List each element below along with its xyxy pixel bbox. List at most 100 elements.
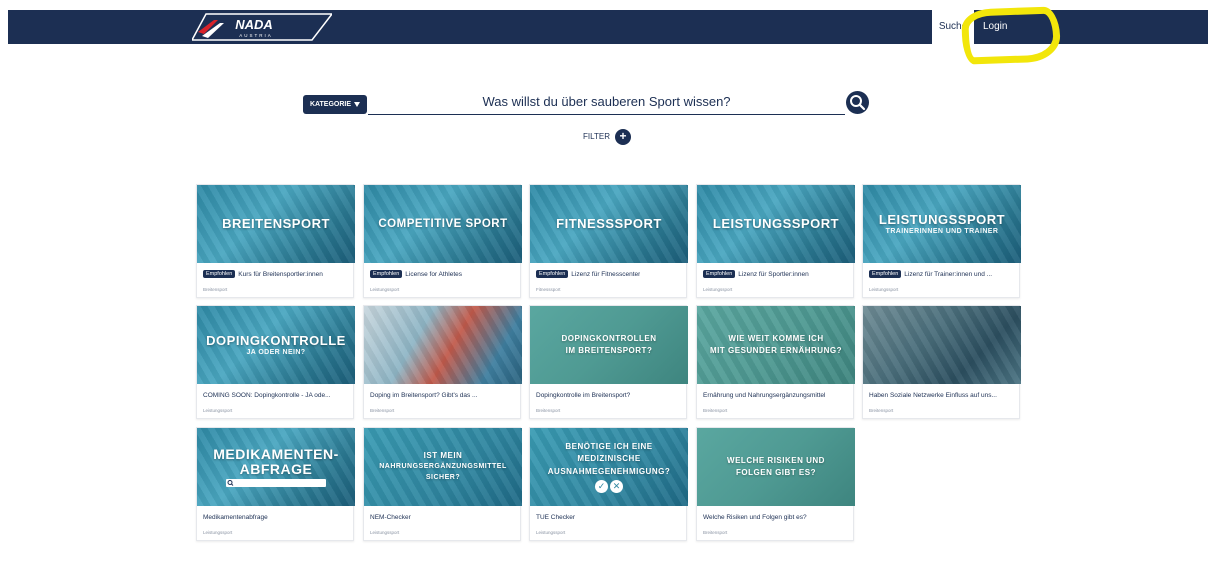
card-category: Leistungssport — [370, 530, 400, 535]
login-highlight-annotation — [961, 6, 1061, 65]
content-card[interactable]: LEISTUNGSSPORT TRAINERINNEN UND TRAINER E… — [862, 184, 1021, 298]
card-title: Dopingkontrolle im Breitensport? — [536, 391, 631, 399]
thumb-title: WIE WEIT KOMME ICH — [728, 333, 824, 343]
search-button[interactable] — [846, 91, 869, 114]
card-category: Breitensport — [869, 408, 894, 413]
card-title: Lizenz für Fitnesscenter — [571, 270, 641, 278]
thumb-title: LEISTUNGSSPORT — [712, 216, 840, 232]
card-category: Fitnesssport — [536, 287, 561, 292]
card-thumbnail: LEISTUNGSSPORT — [697, 185, 855, 263]
content-card[interactable]: Doping im Breitensport? Gibt's das ... B… — [363, 305, 522, 419]
content-card[interactable]: DOPINGKONTROLLEN IM BREITENSPORT? Dopingk… — [529, 305, 688, 419]
card-category: Leistungssport — [203, 530, 233, 535]
card-thumbnail: LEISTUNGSSPORT TRAINERINNEN UND TRAINER — [863, 185, 1021, 263]
magnifier-icon — [227, 480, 234, 487]
thumb-subtitle: NAHRUNGSERGÄNZUNGSMITTEL SICHER? — [379, 463, 507, 482]
card-thumbnail: BENÖTIGE ICH EINE MEDIZINISCHE AUSNAHMEG… — [530, 428, 688, 506]
search-underline — [368, 114, 845, 115]
card-category: Breitensport — [203, 287, 228, 292]
content-card[interactable]: WELCHE RISIKEN UND FOLGEN GIBT ES? Welche… — [696, 427, 855, 541]
card-category: Leistungssport — [370, 287, 400, 292]
thumb-subtitle: TRAINERINNEN UND TRAINER — [885, 228, 999, 236]
card-title: Doping im Breitensport? Gibt's das ... — [370, 391, 478, 399]
content-card[interactable]: DOPINGKONTROLLE JA ODER NEIN? COMING SOON… — [196, 305, 355, 419]
card-thumbnail: FITNESSSPORT — [530, 185, 688, 263]
content-card[interactable]: COMPETITIVE SPORT Empfohlen License for A… — [363, 184, 522, 298]
card-title: COMING SOON: Dopingkontrolle - JA ode... — [203, 391, 331, 399]
thumb-title: DOPINGKONTROLLE — [206, 332, 346, 348]
nada-austria-logo[interactable]: NADA AUSTRIA — [192, 12, 332, 42]
filter-plus-button[interactable]: + — [615, 129, 631, 145]
recommended-badge: Empfohlen — [536, 270, 569, 278]
card-thumbnail-photo — [364, 306, 522, 384]
thumb-title: BREITENSPORT — [222, 216, 330, 232]
recommended-badge: Empfohlen — [703, 270, 736, 278]
card-title: Welche Risiken und Folgen gibt es? — [703, 513, 807, 521]
logo-graphic: NADA AUSTRIA — [192, 13, 332, 41]
recommended-badge: Empfohlen — [869, 270, 902, 278]
thumb-subtitle: IM BREITENSPORT? — [565, 346, 653, 355]
card-title: Lizenz für Sportler:innen — [738, 270, 809, 278]
plus-icon: + — [619, 129, 627, 143]
thumb-title: COMPETITIVE SPORT — [378, 217, 508, 230]
card-thumbnail: MEDIKAMENTEN- ABFRAGE — [197, 428, 355, 506]
card-category: Leistungssport — [203, 408, 233, 413]
card-category: Leistungssport — [869, 287, 899, 292]
thumb-subtitle: FOLGEN GIBT ES? — [736, 468, 816, 477]
card-thumbnail: DOPINGKONTROLLE JA ODER NEIN? — [197, 306, 355, 384]
card-thumbnail: BREITENSPORT — [197, 185, 355, 263]
search-input[interactable]: Was willst du über sauberen Sport wissen… — [368, 94, 845, 109]
thumb-subtitle: MIT GESUNDER ERNÄHRUNG? — [710, 346, 842, 355]
card-category: Breitensport — [703, 408, 728, 413]
svg-text:AUSTRIA: AUSTRIA — [239, 33, 273, 38]
category-dropdown-label: KATEGORIE — [309, 101, 352, 108]
content-card[interactable]: FITNESSSPORT Empfohlen Lizenz für Fitness… — [529, 184, 688, 298]
card-thumbnail: WIE WEIT KOMME ICH MIT GESUNDER ERNÄHRUNG… — [697, 306, 855, 384]
card-title: Medikamentenabfrage — [203, 513, 268, 521]
card-thumbnail-photo — [863, 306, 1021, 384]
thumb-title: WELCHE RISIKEN UND — [727, 455, 825, 465]
recommended-badge: Empfohlen — [203, 270, 236, 278]
thumb-title: IST MEIN — [423, 450, 463, 460]
svg-text:NADA: NADA — [235, 17, 273, 32]
card-thumbnail: WELCHE RISIKEN UND FOLGEN GIBT ES? — [697, 428, 855, 506]
thumb-title: DOPINGKONTROLLEN — [561, 333, 657, 343]
card-category: Breitensport — [703, 530, 728, 535]
thumb-title: LEISTUNGSSPORT — [878, 211, 1006, 227]
search-icon — [850, 95, 866, 111]
card-thumbnail: IST MEIN NAHRUNGSERGÄNZUNGSMITTEL SICHER? — [364, 428, 522, 506]
recommended-badge: Empfohlen — [370, 270, 403, 278]
thumb-subtitle: JA ODER NEIN? — [246, 349, 306, 357]
card-category: Breitensport — [536, 408, 561, 413]
card-title: Haben Soziale Netzwerke Einfluss auf uns… — [869, 391, 997, 399]
cross-icon: ✕ — [610, 480, 623, 494]
card-thumbnail: DOPINGKONTROLLEN IM BREITENSPORT? — [530, 306, 688, 384]
card-thumbnail: COMPETITIVE SPORT — [364, 185, 522, 263]
thumb-title: BENÖTIGE ICH EINE MEDIZINISCHE — [565, 441, 653, 464]
content-card[interactable]: Haben Soziale Netzwerke Einfluss auf uns… — [862, 305, 1021, 419]
card-category: Leistungssport — [703, 287, 733, 292]
thumb-subtitle: AUSNAHMEGENEHMIGUNG? — [547, 466, 671, 476]
card-title: Lizenz für Trainer:innen und ... — [904, 270, 993, 278]
content-card[interactable]: LEISTUNGSSPORT Empfohlen Lizenz für Sport… — [696, 184, 855, 298]
content-card[interactable]: WIE WEIT KOMME ICH MIT GESUNDER ERNÄHRUNG… — [696, 305, 855, 419]
yes-no-icons: ✓ ✕ — [595, 480, 623, 494]
card-category: Breitensport — [370, 408, 395, 413]
filter-label[interactable]: FILTER — [583, 132, 610, 141]
check-icon: ✓ — [595, 480, 608, 494]
content-card[interactable]: BENÖTIGE ICH EINE MEDIZINISCHE AUSNAHMEG… — [529, 427, 688, 541]
card-title: Ernährung und Nahrungsergänzungsmittel — [703, 391, 826, 399]
content-card[interactable]: BREITENSPORT Empfohlen Kurs für Breitensp… — [196, 184, 355, 298]
category-dropdown[interactable]: KATEGORIE — [303, 95, 367, 114]
thumb-search-bar — [226, 479, 326, 488]
card-title: Kurs für Breitensportler:innen — [238, 270, 323, 278]
card-title: TUE Checker — [536, 513, 576, 521]
content-card[interactable]: IST MEIN NAHRUNGSERGÄNZUNGSMITTEL SICHER?… — [363, 427, 522, 541]
card-title: NEM-Checker — [370, 513, 411, 521]
thumb-title: FITNESSSPORT — [556, 216, 662, 232]
thumb-subtitle: ABFRAGE — [239, 460, 313, 477]
thumb-title: MEDIKAMENTEN- — [213, 445, 339, 462]
card-category: Leistungssport — [536, 530, 566, 535]
content-card[interactable]: MEDIKAMENTEN- ABFRAGE Medikamentenabfrag… — [196, 427, 355, 541]
caret-down-icon — [354, 102, 361, 107]
